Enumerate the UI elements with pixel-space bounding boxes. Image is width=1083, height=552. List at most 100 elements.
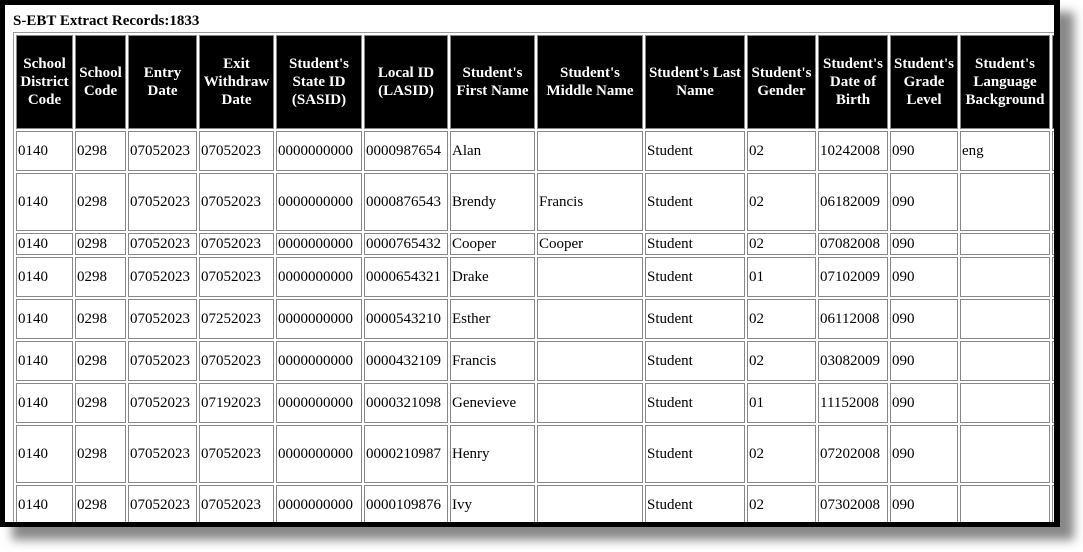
table-cell: 090 — [890, 341, 958, 381]
table-cell: 090 — [890, 485, 958, 522]
table-cell: 07102009 — [818, 257, 888, 297]
column-header: Entry Date — [128, 35, 197, 129]
table-cell: 090 — [890, 299, 958, 339]
table-cell — [960, 341, 1050, 381]
table-row: 0140 0298 07052023 07252023 0000000000 000054… — [16, 299, 1054, 339]
table-cell: 07192023 — [199, 383, 274, 423]
window-frame: S-EBT Extract Records:1833 School Distri… — [0, 0, 1060, 527]
table-cell: Student — [645, 173, 745, 231]
table-cell: 07052023 — [199, 257, 274, 297]
table-row: 0140 0298 07052023 07052023 0000000000 000043… — [16, 341, 1054, 381]
table-cell: Cooper — [537, 233, 643, 255]
table-cell: 07052023 — [128, 233, 197, 255]
table-cell: 07052023 — [128, 425, 197, 483]
table-cell: 0000000000 — [276, 131, 362, 171]
table-cell: 090 — [890, 173, 958, 231]
table-cell: 11152008 — [818, 383, 888, 423]
table-cell: 01 — [747, 257, 816, 297]
table-cell: 07052023 — [199, 425, 274, 483]
table-cell: Student — [645, 485, 745, 522]
table-cell: 0000000000 — [276, 299, 362, 339]
table-cell: Alan — [450, 131, 535, 171]
table-cell: Br — [1052, 173, 1054, 231]
table-cell: Je — [1052, 425, 1054, 483]
table-cell: 0000000000 — [276, 485, 362, 522]
table-cell: 0298 — [75, 173, 126, 231]
table-cell: 090 — [890, 233, 958, 255]
table-cell: 0000000000 — [276, 233, 362, 255]
table-row: 0140 0298 07052023 07052023 0000000000 000087… — [16, 173, 1054, 231]
table-cell: 0000432109 — [364, 341, 448, 381]
table-cell — [537, 257, 643, 297]
report-window: S-EBT Extract Records:1833 School Distri… — [5, 5, 1054, 522]
table-cell: 07052023 — [128, 131, 197, 171]
table-cell: 0140 — [16, 341, 73, 381]
table-cell: Henry — [450, 425, 535, 483]
table-cell: 0298 — [75, 131, 126, 171]
table-cell: 0000987654 — [364, 131, 448, 171]
table-cell — [960, 173, 1050, 231]
table-cell: 06112008 — [818, 299, 888, 339]
table-cell: Genevieve — [450, 383, 535, 423]
table-cell: 0298 — [75, 383, 126, 423]
table-cell: 07252023 — [199, 299, 274, 339]
table-cell: Brendy — [450, 173, 535, 231]
table-cell: eng — [960, 131, 1050, 171]
table-cell: M — [1052, 131, 1054, 171]
table-cell: Ar — [1052, 257, 1054, 297]
table-cell — [537, 341, 643, 381]
table-cell: 07052023 — [199, 341, 274, 381]
table-cell: 0298 — [75, 299, 126, 339]
table-row: 0140 0298 07052023 07052023 0000000000 000021… — [16, 425, 1054, 483]
table-cell: 090 — [890, 425, 958, 483]
table-cell — [537, 383, 643, 423]
table-cell: 0140 — [16, 485, 73, 522]
table-cell: 07052023 — [128, 173, 197, 231]
column-header: Student's Last Name — [645, 35, 745, 129]
table-cell: 0298 — [75, 485, 126, 522]
table-cell: Ivy — [450, 485, 535, 522]
table-cell: 07052023 — [128, 341, 197, 381]
table-cell: 01 — [747, 383, 816, 423]
table-cell: 02 — [747, 233, 816, 255]
table-cell: Br — [1052, 383, 1054, 423]
column-header: ( F — [1052, 35, 1054, 129]
table-cell: 07052023 — [128, 485, 197, 522]
table-cell: Student — [645, 233, 745, 255]
table-cell: Student — [645, 425, 745, 483]
page-title: S-EBT Extract Records:1833 — [13, 13, 200, 29]
table-cell: 02 — [747, 425, 816, 483]
table-cell: 0298 — [75, 341, 126, 381]
table-cell: 0140 — [16, 173, 73, 231]
table-cell: 090 — [890, 383, 958, 423]
table-cell: 02 — [747, 299, 816, 339]
table-row: 0140 0298 07052023 07192023 0000000000 000032… — [16, 383, 1054, 423]
table-cell: 0000321098 — [364, 383, 448, 423]
table-cell: 0000210987 — [364, 425, 448, 483]
table-cell: 0298 — [75, 233, 126, 255]
table-cell: Francis — [537, 173, 643, 231]
table-cell: 10242008 — [818, 131, 888, 171]
table-cell: 0000876543 — [364, 173, 448, 231]
table-cell: 07302008 — [818, 485, 888, 522]
table-cell: Esther — [450, 299, 535, 339]
table-cell: 07052023 — [128, 257, 197, 297]
column-header: Student's Gender — [747, 35, 816, 129]
table-cell: 0000543210 — [364, 299, 448, 339]
table-cell: Student — [645, 383, 745, 423]
table-cell: Francis — [450, 341, 535, 381]
table-cell: 07052023 — [199, 233, 274, 255]
table-cell: 0140 — [16, 233, 73, 255]
table-cell — [960, 383, 1050, 423]
table-cell: 02 — [747, 341, 816, 381]
header-row: School District Code School Code Entry Dat… — [16, 35, 1054, 129]
table-cell: Student — [645, 257, 745, 297]
table-row: 0140 0298 07052023 07052023 0000000000 000098… — [16, 131, 1054, 171]
table-cell: 0000000000 — [276, 173, 362, 231]
column-header: Student's Date of Birth — [818, 35, 888, 129]
table-cell: 0000765432 — [364, 233, 448, 255]
column-header: Student's Grade Level — [890, 35, 958, 129]
table-cell: 0140 — [16, 425, 73, 483]
table-cell: 0298 — [75, 257, 126, 297]
table-cell: Jo — [1052, 485, 1054, 522]
